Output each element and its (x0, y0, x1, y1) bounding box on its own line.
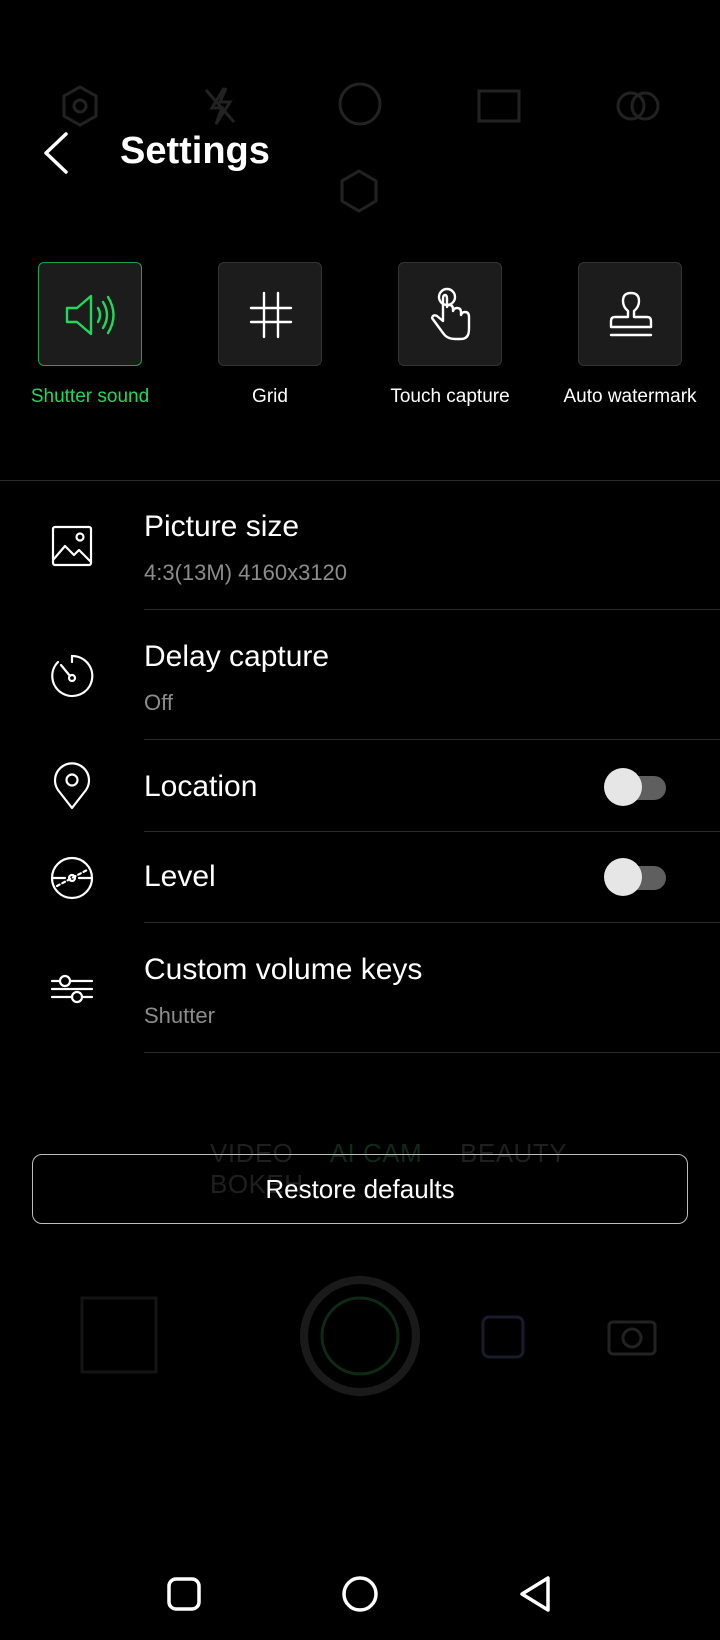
speaker-icon (65, 294, 115, 336)
level-label: Level (144, 860, 216, 893)
home-icon[interactable] (340, 1574, 380, 1614)
shutter-sound-label: Shutter sound (30, 386, 150, 407)
timer-icon (51, 654, 94, 698)
auto-watermark-label: Auto watermark (563, 386, 697, 407)
ghost-filter-icon (616, 91, 660, 121)
grid-icon (249, 291, 293, 339)
touch-icon (430, 287, 471, 341)
custom-volume-keys-label: Custom volume keys (144, 953, 423, 986)
location-switch[interactable] (604, 766, 668, 806)
page-title: Settings (120, 130, 270, 172)
ghost-night-icon (340, 169, 378, 213)
delay-capture-label: Delay capture (144, 640, 330, 673)
shutter-sound-toggle[interactable] (38, 262, 142, 366)
row-divider (144, 1052, 720, 1053)
custom-volume-keys-row[interactable]: Custom volume keys Shutter (0, 923, 720, 1053)
ghost-shutter-icon (300, 1276, 420, 1396)
delay-capture-row[interactable]: Delay capture Off (0, 610, 720, 740)
stamp-icon (609, 291, 653, 337)
location-pin-icon (53, 762, 91, 810)
custom-volume-keys-value: Shutter (144, 1003, 215, 1028)
sliders-icon (50, 974, 94, 1004)
ghost-switch-camera-icon (607, 1320, 657, 1356)
switch-knob (604, 768, 642, 806)
ghost-gallery-thumb (80, 1296, 158, 1374)
picture-size-row[interactable]: Picture size 4:3(13M) 4160x3120 (0, 480, 720, 610)
ghost-lens-icon (481, 1315, 525, 1359)
back-arrow-icon[interactable] (38, 128, 78, 178)
auto-watermark-toggle[interactable] (578, 262, 682, 366)
picture-size-value: 4:3(13M) 4160x3120 (144, 560, 348, 585)
ghost-flash-off-icon (204, 87, 236, 125)
ghost-hdr-icon (338, 82, 382, 126)
picture-icon (51, 525, 93, 567)
delay-capture-value: Off (144, 690, 173, 715)
recents-icon[interactable] (164, 1574, 204, 1614)
touch-capture-label: Touch capture (390, 386, 510, 407)
grid-label: Grid (252, 386, 288, 407)
grid-toggle[interactable] (218, 262, 322, 366)
picture-size-label: Picture size (144, 510, 300, 543)
level-icon (50, 856, 94, 900)
location-label: Location (144, 770, 258, 803)
back-nav-icon[interactable] (516, 1574, 556, 1614)
ghost-ratio-icon (477, 89, 521, 123)
restore-defaults-button[interactable]: Restore defaults (32, 1154, 688, 1224)
level-row[interactable]: Level (0, 832, 720, 923)
ghost-settings-icon (62, 85, 98, 127)
switch-knob (604, 858, 642, 896)
touch-capture-toggle[interactable] (398, 262, 502, 366)
level-switch[interactable] (604, 856, 668, 896)
location-row[interactable]: Location (0, 740, 720, 832)
